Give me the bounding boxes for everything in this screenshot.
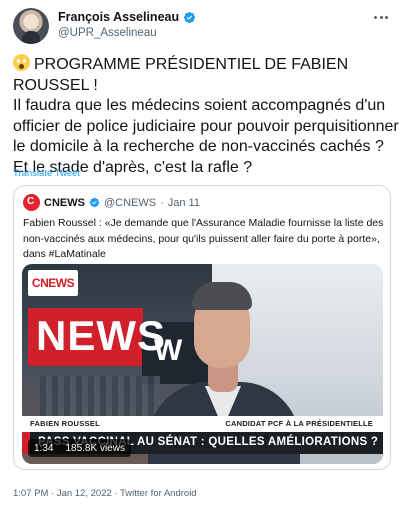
quoted-author-name: CNEWS xyxy=(44,196,85,209)
tweet-line-2: ROUSSEL ! xyxy=(13,76,98,94)
quoted-line-2: non-vaccinés aux médecins, pour qu'ils p… xyxy=(23,232,380,245)
translate-tweet-link[interactable]: Translate Tweet xyxy=(13,168,80,179)
tweet-line-1-text: PROGRAMME PRÉSIDENTIEL DE FABIEN xyxy=(34,56,349,73)
studio-wall-news-text: NEWS xyxy=(36,312,166,359)
lower-third-name: FABIEN ROUSSEL xyxy=(30,419,101,428)
studio-desk xyxy=(40,376,160,416)
quoted-tweet-text: Fabien Roussel : «Je demande que l'Assur… xyxy=(23,216,385,263)
author-name-row: François Asselineau xyxy=(58,10,196,24)
author-handle[interactable]: @UPR_Asselineau xyxy=(58,27,157,39)
lower-third-role: CANDIDAT PCF À LA PRÉSIDENTIELLE xyxy=(225,419,373,428)
tweet-text: PROGRAMME PRÉSIDENTIEL DE FABIEN ROUSSEL… xyxy=(13,54,399,178)
video-info-badge: 1:34 185.8K views xyxy=(28,439,131,457)
tweet-line-4: officier de police judiciaire pour pouvo… xyxy=(13,117,399,135)
speaker-neck xyxy=(208,364,238,392)
lower-third: FABIEN ROUSSEL CANDIDAT PCF À LA PRÉSIDE… xyxy=(22,416,383,432)
quoted-tweet[interactable]: CNEWS @CNEWS · Jan 11 Fabien Roussel : «… xyxy=(13,185,391,470)
more-options-icon[interactable] xyxy=(372,10,390,24)
video-duration: 1:34 xyxy=(34,442,54,454)
tweet-timestamp[interactable]: 1:07 PM · Jan 12, 2022 · Twitter for And… xyxy=(13,488,197,499)
verified-badge-icon xyxy=(184,11,196,23)
video-player[interactable]: NEWS W CNEWS FABIEN ROUSSEL CANDIDAT PCF… xyxy=(22,264,383,464)
tweet: François Asselineau @UPR_Asselineau PROG… xyxy=(0,0,404,517)
tweet-line-1: PROGRAMME PRÉSIDENTIEL DE FABIEN xyxy=(13,54,395,76)
tweet-line-3: Il faudra que les médecins soient accomp… xyxy=(13,97,386,114)
author-display-name[interactable]: François Asselineau xyxy=(58,10,179,24)
quoted-verified-badge-icon xyxy=(89,197,100,208)
cnews-corner-logo-text: CNEWS xyxy=(31,276,75,290)
speaker-hair xyxy=(192,282,252,310)
cnews-corner-logo: CNEWS xyxy=(28,270,78,296)
quoted-author-avatar xyxy=(23,194,40,211)
tweet-line-5: le domicile à la recherche de non-vaccin… xyxy=(13,138,384,155)
quoted-line-1: Fabien Roussel : «Je demande que l'Assur… xyxy=(23,217,384,229)
quoted-author-handle: @CNEWS xyxy=(103,196,157,209)
studio-wall-letter: W xyxy=(154,334,183,367)
quoted-tweet-header: CNEWS @CNEWS · Jan 11 xyxy=(23,194,200,211)
quoted-separator: · xyxy=(160,196,164,209)
author-avatar[interactable] xyxy=(13,8,49,44)
video-views: 185.8K views xyxy=(65,442,125,454)
quoted-date: Jan 11 xyxy=(167,196,200,209)
astonished-face-emoji-icon xyxy=(13,54,30,71)
quoted-line-3: dans #LaMatinale xyxy=(23,248,106,260)
